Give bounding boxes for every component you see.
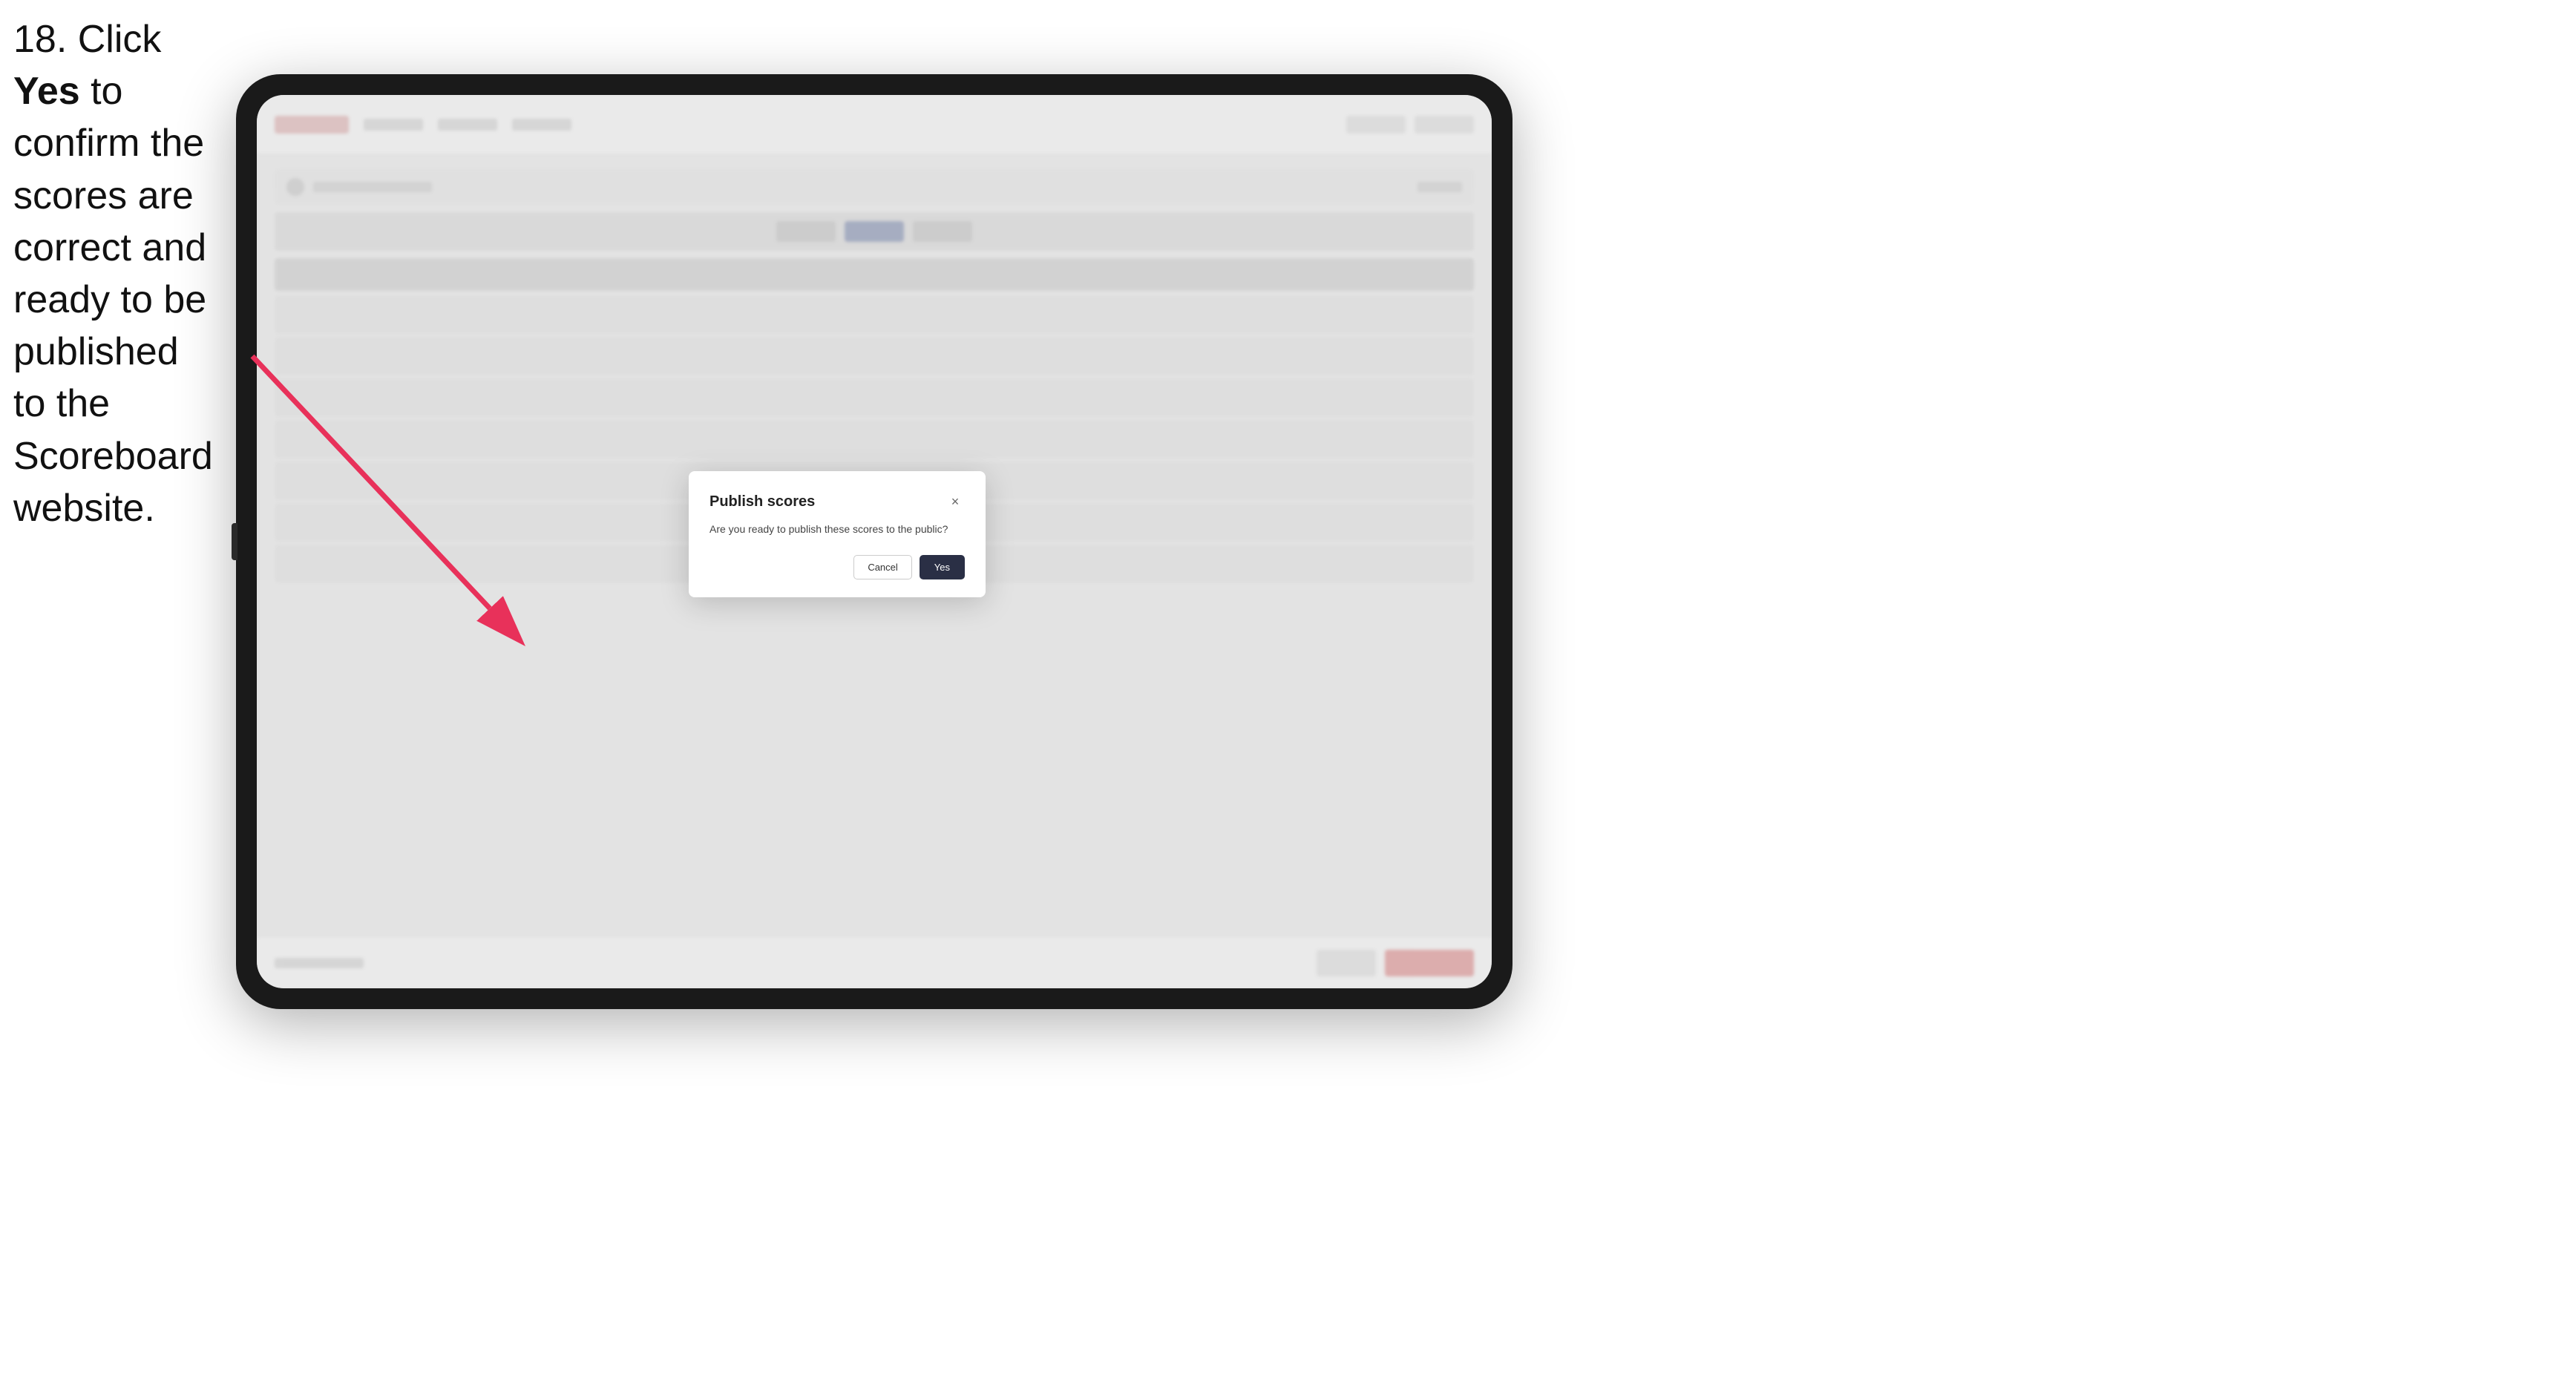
instruction-text: 18. Click Yes to confirm the scores are … xyxy=(13,13,221,534)
instruction-text-part2: to confirm the scores are correct and re… xyxy=(13,70,213,530)
modal-overlay: Publish scores × Are you ready to publis… xyxy=(257,95,1492,988)
modal-header: Publish scores × xyxy=(709,492,965,511)
instruction-text-part1: Click xyxy=(78,18,162,61)
modal-body-text: Are you ready to publish these scores to… xyxy=(709,522,965,537)
step-number: 18. xyxy=(13,18,67,61)
tablet-screen: Publish scores × Are you ready to publis… xyxy=(257,95,1492,988)
modal-title: Publish scores xyxy=(709,493,815,510)
tablet-device: Publish scores × Are you ready to publis… xyxy=(236,74,1513,1009)
cancel-button[interactable]: Cancel xyxy=(853,555,911,579)
tablet-side-button xyxy=(232,523,237,560)
modal-footer: Cancel Yes xyxy=(709,555,965,579)
yes-button[interactable]: Yes xyxy=(920,555,965,579)
bold-yes: Yes xyxy=(13,70,80,113)
modal-close-button[interactable]: × xyxy=(945,492,965,511)
publish-scores-dialog: Publish scores × Are you ready to publis… xyxy=(689,471,986,597)
